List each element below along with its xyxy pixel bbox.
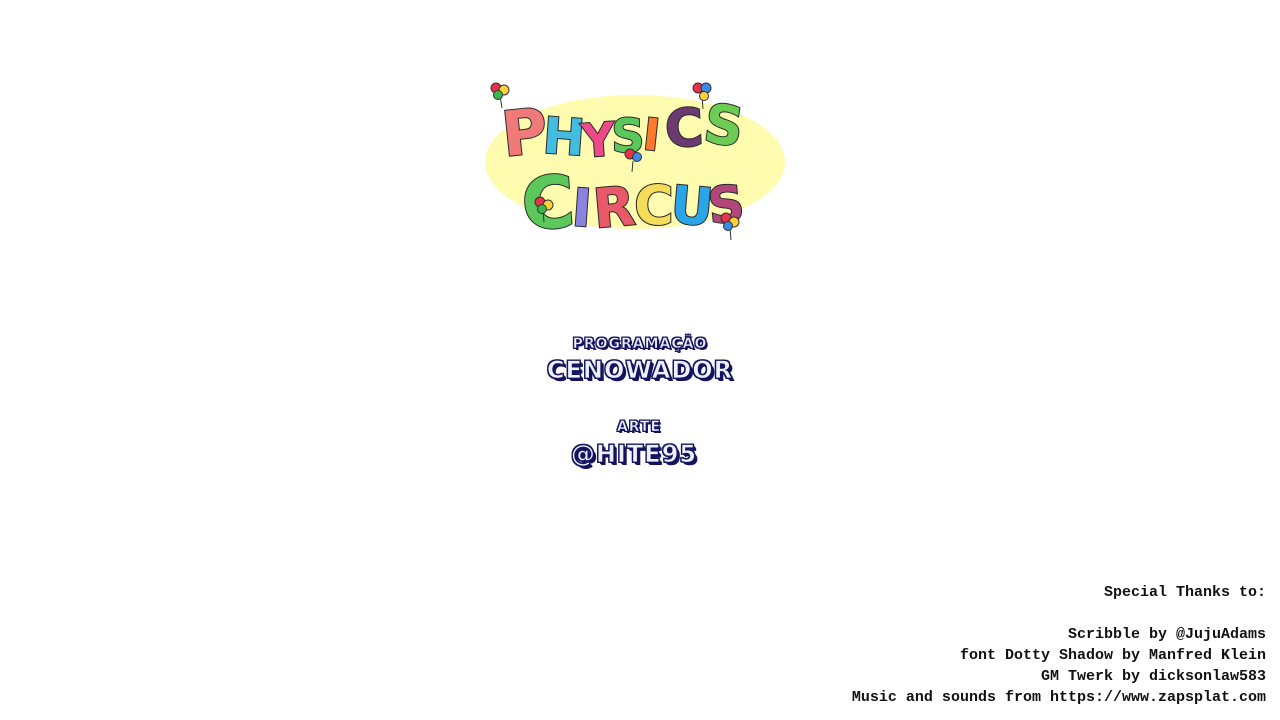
game-logo: P H Y S I C S C I R C U S <box>480 76 790 248</box>
credit-role-programming: PROGRAMAÇÃO <box>572 336 708 353</box>
logo-letter-r: R <box>591 174 638 240</box>
thanks-line-gm-twerk: GM Twerk by dicksonlaw583 <box>1040 668 1266 685</box>
logo-letter-c3: C <box>634 174 674 237</box>
logo-letter-i2: I <box>570 178 593 239</box>
special-thanks-heading: Special Thanks to: <box>1103 584 1266 601</box>
thanks-line-music: Music and sounds from https://www.zapspl… <box>851 689 1266 706</box>
balloon-cluster-bottom-right <box>720 212 740 241</box>
special-thanks: Special Thanks to: Scribble by @JujuAdam… <box>566 582 1266 708</box>
credit-role-art: ARTE <box>616 419 662 436</box>
credit-name-programming: CENOWADOR <box>546 356 734 385</box>
credit-name-art: @HITE95 <box>570 440 698 469</box>
logo-letter-c: C <box>664 98 705 160</box>
thanks-line-scribble: Scribble by @JujuAdams <box>1067 626 1266 643</box>
credits-screen: P H Y S I C S C I R C U S <box>0 0 1280 720</box>
thanks-line-font: font Dotty Shadow by Manfred Klein <box>959 647 1266 664</box>
